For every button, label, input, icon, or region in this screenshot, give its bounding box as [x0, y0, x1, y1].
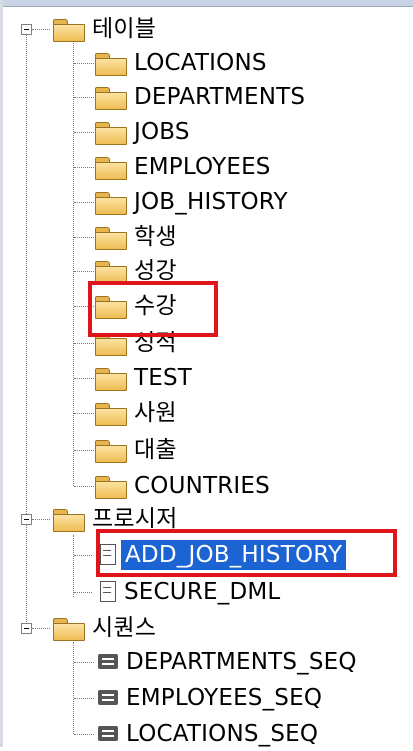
tree-node-table[interactable]: DEPARTMENTS: [94, 80, 305, 114]
connector: [32, 29, 50, 30]
connector: [74, 378, 94, 379]
connector: [74, 486, 94, 487]
node-label: 학생: [134, 224, 177, 250]
node-label: 사원: [134, 400, 177, 426]
node-label: 시퀀스: [92, 615, 157, 641]
tree-node-sequences[interactable]: 시퀀스: [52, 611, 156, 645]
connector: [74, 698, 94, 699]
connector: [74, 202, 94, 203]
node-label: 프로시저: [92, 506, 178, 532]
tree-node-procedure-selected[interactable]: ADD_JOB_HISTORY: [92, 538, 347, 572]
tree-node-table[interactable]: COUNTRIES: [94, 469, 270, 503]
node-label: DEPARTMENTS_SEQ: [126, 649, 357, 675]
node-label: 테이블: [92, 16, 157, 42]
object-tree: 테이블 LOCATIONS DEPARTMENTS JOBS EMPLOYEES…: [0, 0, 413, 747]
sequence-icon: [98, 653, 120, 671]
connector: [74, 271, 94, 272]
node-label: LOCATIONS: [134, 50, 267, 76]
node-label: LOCATIONS_SEQ: [126, 721, 319, 747]
node-label: 성강: [134, 258, 177, 284]
folder-icon: [94, 259, 128, 284]
tree-node-procedure[interactable]: SECURE_DML: [92, 575, 280, 609]
node-label: EMPLOYEES: [134, 154, 271, 180]
tree-node-table[interactable]: TEST: [94, 361, 192, 395]
folder-icon: [52, 507, 86, 532]
node-label: JOB_HISTORY: [134, 189, 288, 215]
tree-node-table[interactable]: JOBS: [94, 115, 190, 149]
connector: [74, 592, 92, 593]
connector: [32, 519, 50, 520]
sequence-icon: [98, 689, 120, 707]
connector: [32, 628, 50, 629]
folder-icon: [94, 474, 128, 499]
connector: [74, 97, 94, 98]
connector: [74, 237, 94, 238]
folder-icon: [94, 120, 128, 145]
connector: [74, 734, 94, 735]
folder-icon: [52, 616, 86, 641]
folder-icon: [52, 17, 86, 42]
connector: [74, 555, 92, 556]
tree-node-table[interactable]: 대출: [94, 433, 177, 467]
tree-node-procedures[interactable]: 프로시저: [52, 502, 177, 536]
folder-icon: [94, 366, 128, 391]
tree-node-sequence[interactable]: LOCATIONS_SEQ: [92, 717, 318, 751]
tree-node-table[interactable]: 수강: [94, 289, 177, 323]
connector: [74, 63, 94, 64]
folder-icon: [94, 331, 128, 356]
folder-icon: [94, 294, 128, 319]
connector: [74, 413, 94, 414]
node-label: DEPARTMENTS: [134, 84, 306, 110]
tree-node-table[interactable]: JOB_HISTORY: [94, 185, 288, 219]
tree-node-tables[interactable]: 테이블: [52, 12, 156, 46]
node-label: SECURE_DML: [124, 579, 281, 605]
connector: [74, 662, 94, 663]
node-label: TEST: [134, 365, 193, 391]
tree-node-table[interactable]: 사원: [94, 396, 177, 430]
connector: [74, 450, 94, 451]
node-label: 수강: [134, 293, 177, 319]
connector: [74, 132, 94, 133]
sequence-icon: [98, 725, 120, 743]
procedure-icon: [100, 544, 118, 566]
tree-node-table[interactable]: 성적: [94, 326, 177, 360]
node-label: JOBS: [134, 119, 190, 145]
node-label: 성적: [134, 330, 177, 356]
folder-icon: [94, 155, 128, 180]
sequences-collapse-icon[interactable]: [21, 623, 32, 634]
tree-node-table[interactable]: 성강: [94, 254, 177, 288]
node-label: COUNTRIES: [134, 473, 270, 499]
procedures-branch-line: [73, 535, 74, 597]
sequences-branch-line: [73, 642, 74, 734]
tree-node-table[interactable]: 학생: [94, 220, 177, 254]
procedures-collapse-icon[interactable]: [21, 514, 32, 525]
folder-icon: [94, 51, 128, 76]
folder-icon: [94, 190, 128, 215]
tree-root-line: [26, 30, 27, 630]
folder-icon: [94, 401, 128, 426]
tables-branch-line: [73, 38, 74, 486]
node-label: 대출: [134, 437, 177, 463]
connector: [74, 343, 94, 344]
folder-icon: [94, 85, 128, 110]
folder-icon: [94, 225, 128, 250]
node-label: ADD_JOB_HISTORY: [121, 540, 347, 570]
tree-node-sequence[interactable]: DEPARTMENTS_SEQ: [92, 645, 357, 679]
tree-node-sequence[interactable]: EMPLOYEES_SEQ: [92, 681, 322, 715]
tree-node-table[interactable]: LOCATIONS: [94, 46, 267, 80]
procedure-icon: [100, 581, 118, 603]
folder-icon: [94, 438, 128, 463]
connector: [74, 167, 94, 168]
tables-collapse-icon[interactable]: [21, 24, 32, 35]
tree-node-table[interactable]: EMPLOYEES: [94, 150, 271, 184]
connector: [74, 306, 94, 307]
node-label: EMPLOYEES_SEQ: [126, 685, 323, 711]
